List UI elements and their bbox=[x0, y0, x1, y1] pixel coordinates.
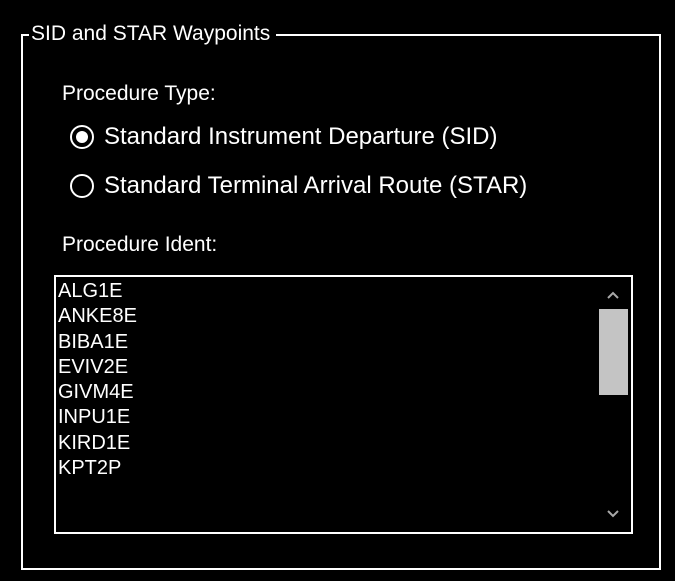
groupbox-title: SID and STAR Waypoints bbox=[29, 22, 277, 46]
list-item[interactable]: KIRD1E bbox=[58, 431, 598, 456]
procedure-ident-label: Procedure Ident: bbox=[62, 233, 218, 256]
scroll-up-button[interactable] bbox=[595, 279, 631, 311]
procedure-ident-list[interactable]: ALG1E ANKE8E BIBA1E EVIV2E GIVM4E INPU1E… bbox=[58, 279, 598, 481]
scroll-down-button[interactable] bbox=[595, 498, 631, 530]
procedure-type-label: Procedure Type: bbox=[62, 82, 216, 105]
radio-star-button[interactable] bbox=[70, 174, 94, 198]
radio-star-label[interactable]: Standard Terminal Arrival Route (STAR) bbox=[104, 172, 527, 200]
vertical-scrollbar[interactable] bbox=[595, 277, 631, 532]
list-item[interactable]: GIVM4E bbox=[58, 380, 598, 405]
radio-sid[interactable]: Standard Instrument Departure (SID) bbox=[70, 122, 498, 152]
list-item[interactable]: INPU1E bbox=[58, 405, 598, 430]
scroll-thumb[interactable] bbox=[599, 309, 628, 395]
radio-sid-label[interactable]: Standard Instrument Departure (SID) bbox=[104, 123, 498, 151]
radio-star[interactable]: Standard Terminal Arrival Route (STAR) bbox=[70, 171, 527, 201]
radio-sid-button[interactable] bbox=[70, 125, 94, 149]
list-item[interactable]: ALG1E bbox=[58, 279, 598, 304]
list-item[interactable]: KPT2P bbox=[58, 456, 598, 481]
list-item[interactable]: ANKE8E bbox=[58, 304, 598, 329]
chevron-down-icon bbox=[607, 510, 619, 518]
chevron-up-icon bbox=[607, 291, 619, 299]
list-item[interactable]: BIBA1E bbox=[58, 330, 598, 355]
list-item[interactable]: EVIV2E bbox=[58, 355, 598, 380]
radio-selected-dot bbox=[76, 131, 88, 143]
procedure-ident-listbox[interactable]: ALG1E ANKE8E BIBA1E EVIV2E GIVM4E INPU1E… bbox=[54, 275, 633, 534]
